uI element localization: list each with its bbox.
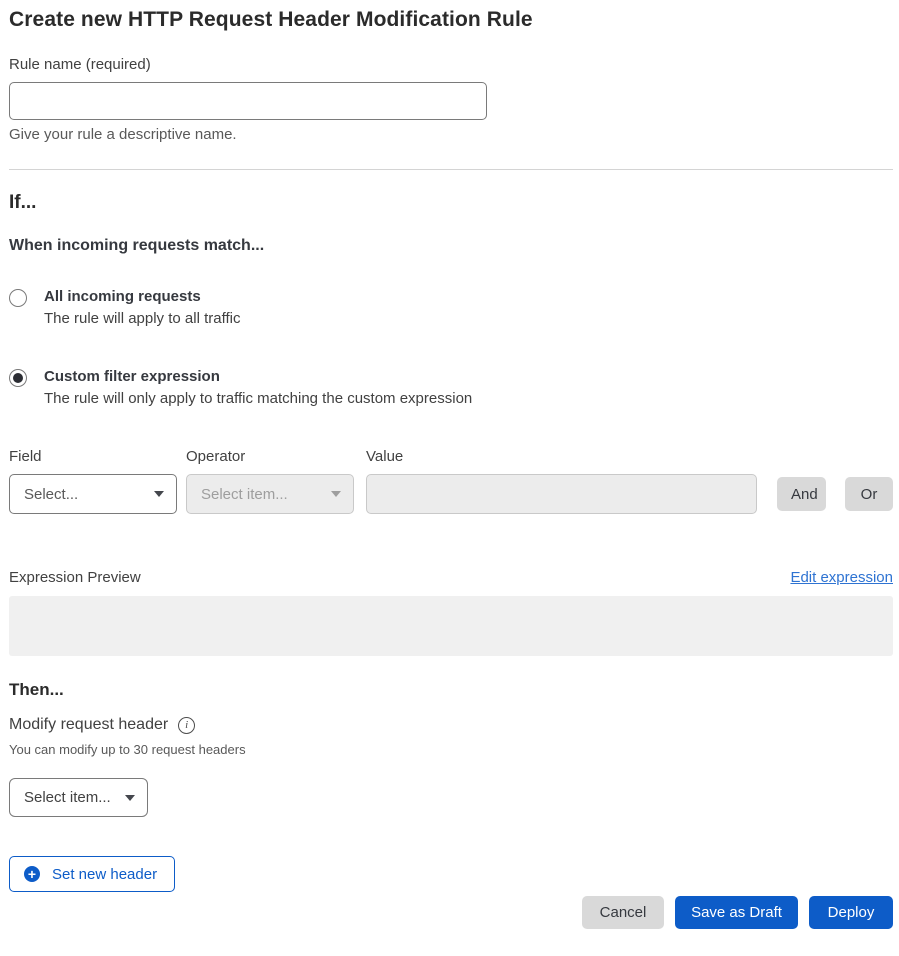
radio-option-custom-filter-expression[interactable]: Custom filter expression The rule will o… [9,368,893,407]
radio-description: The rule will only apply to traffic matc… [44,390,472,407]
radio-unselected-icon[interactable] [9,289,27,307]
radio-description: The rule will apply to all traffic [44,310,240,327]
operator-column: Operator Select item... [186,448,354,514]
header-action-select-value: Select item... [24,789,111,806]
page-title: Create new HTTP Request Header Modificat… [9,8,893,32]
set-new-header-button[interactable]: + Set new header [9,856,175,892]
expression-builder-row: Field Select... Operator Select item... … [9,448,893,514]
create-rule-page: Create new HTTP Request Header Modificat… [0,0,899,956]
expression-preview-header: Expression Preview Edit expression [9,569,893,586]
radio-label: Custom filter expression [44,368,220,385]
rule-name-block: Rule name (required) Give your rule a de… [9,56,893,143]
save-as-draft-button[interactable]: Save as Draft [675,896,798,929]
operator-select: Select item... [186,474,354,514]
cancel-button[interactable]: Cancel [582,896,664,929]
radio-option-all-incoming-requests[interactable]: All incoming requests The rule will appl… [9,288,893,327]
expression-preview-label: Expression Preview [9,569,141,586]
footer-actions: Cancel Save as Draft Deploy [9,896,893,929]
section-divider [9,169,893,170]
field-select[interactable]: Select... [9,474,177,514]
field-column: Field Select... [9,448,177,514]
radio-texts: Custom filter expression The rule will o… [44,368,472,407]
radio-selected-icon[interactable] [9,369,27,387]
info-icon[interactable]: i [178,717,195,734]
deploy-button[interactable]: Deploy [809,896,893,929]
chevron-down-icon [331,491,341,497]
radio-label: All incoming requests [44,288,201,305]
match-subheading: When incoming requests match... [9,237,893,255]
value-label: Value [366,448,757,465]
chevron-down-icon [125,795,135,801]
rule-name-helper: Give your rule a descriptive name. [9,126,893,143]
set-new-header-label: Set new header [52,866,157,883]
if-heading: If... [9,192,893,214]
modify-header-helper: You can modify up to 30 request headers [9,742,893,757]
modify-header-label: Modify request header [9,716,168,734]
rule-name-label: Rule name (required) [9,56,893,73]
value-input [366,474,757,514]
field-label: Field [9,448,177,465]
and-button[interactable]: And [777,477,826,511]
header-action-select[interactable]: Select item... [9,778,148,817]
then-heading: Then... [9,680,893,700]
value-column: Value [366,448,757,514]
operator-select-value: Select item... [201,486,288,503]
chevron-down-icon [154,491,164,497]
modify-header-row: Modify request header i [9,716,893,734]
expression-preview-box [9,596,893,656]
operator-label: Operator [186,448,354,465]
or-button[interactable]: Or [845,477,893,511]
field-select-value: Select... [24,486,78,503]
plus-icon: + [24,866,40,882]
radio-texts: All incoming requests The rule will appl… [44,288,240,327]
rule-name-input[interactable] [9,82,487,120]
edit-expression-link[interactable]: Edit expression [790,569,893,586]
